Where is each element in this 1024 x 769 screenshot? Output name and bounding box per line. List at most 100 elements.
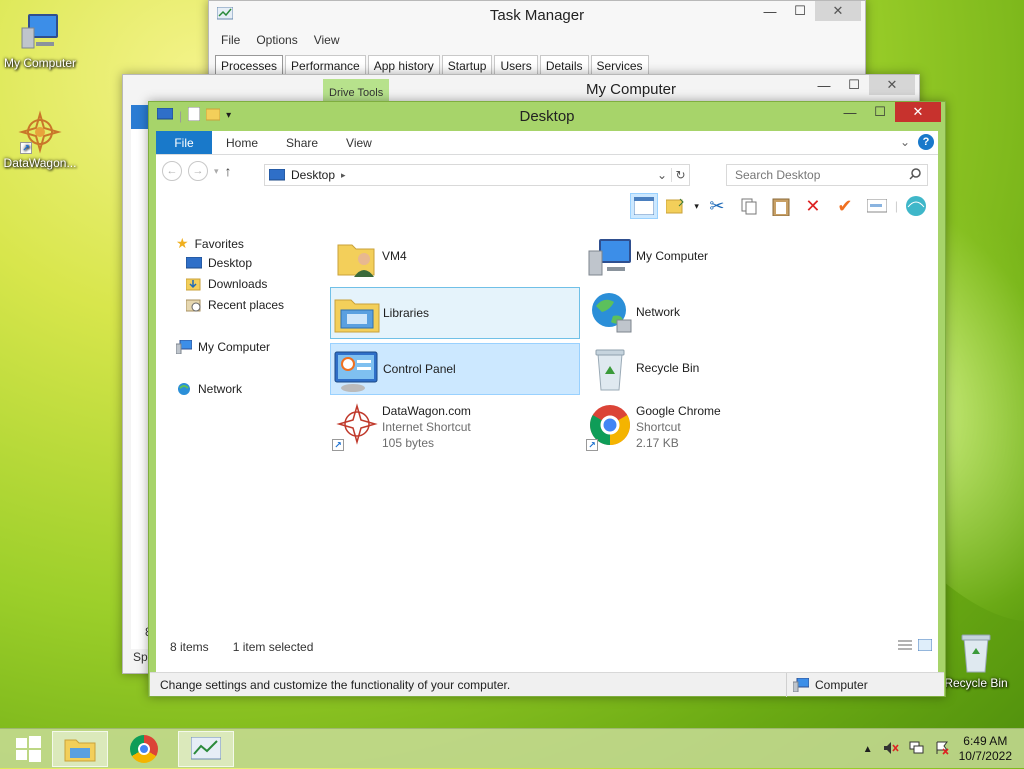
zone-label: Computer <box>815 678 868 692</box>
close-button[interactable]: ✕ <box>869 75 915 95</box>
tab-processes[interactable]: Processes <box>215 55 284 76</box>
address-location[interactable]: Desktop <box>291 168 335 182</box>
action-center-icon[interactable] <box>935 741 949 758</box>
zone-indicator: Computer <box>786 673 936 697</box>
file-explorer-icon <box>64 739 96 762</box>
close-button[interactable]: ✕ <box>815 1 861 21</box>
menu-file[interactable]: File <box>221 33 240 47</box>
clock[interactable]: 6:49 AM 10/7/2022 <box>959 734 1012 764</box>
rename-icon[interactable] <box>863 193 891 219</box>
chrome-icon: ↗ <box>584 399 636 451</box>
task-manager-tabs: Processes Performance App history Startu… <box>215 55 651 76</box>
desktop-icon-datawagon[interactable]: ↗ DataWagon... <box>0 110 80 170</box>
shortcut-arrow-icon: ↗ <box>586 439 598 451</box>
desktop-explorer-window[interactable]: | ▾ Desktop — ☐ ✕ File Home Share View ⌄… <box>148 101 946 697</box>
paste-icon[interactable] <box>767 193 795 219</box>
taskbar-file-explorer[interactable] <box>52 731 108 767</box>
system-tray: ▲ 6:49 AM 10/7/2022 <box>863 729 1012 769</box>
tab-home[interactable]: Home <box>212 131 272 154</box>
item-type: Internet Shortcut <box>382 420 471 434</box>
desktop-icon-recycle-bin[interactable]: Recycle Bin <box>936 630 1016 690</box>
nav-desktop[interactable]: Desktop <box>186 256 252 270</box>
cut-icon[interactable]: ✂ <box>703 193 731 219</box>
nav-my-computer[interactable]: My Computer <box>176 340 270 354</box>
item-google-chrome[interactable]: ↗ Google Chrome Shortcut 2.17 KB <box>584 399 834 451</box>
volume-muted-icon[interactable] <box>883 741 899 758</box>
globe-shell-icon[interactable] <box>902 193 930 219</box>
preview-pane-icon[interactable] <box>630 193 659 219</box>
expand-ribbon-icon[interactable]: ⌄ <box>900 135 910 149</box>
search-input[interactable]: Search Desktop <box>735 168 820 182</box>
tab-services[interactable]: Services <box>590 55 649 76</box>
maximize-button[interactable]: ☐ <box>785 1 815 21</box>
selection-count: 1 item selected <box>232 640 314 654</box>
network-status-icon[interactable] <box>909 741 925 758</box>
tab-file[interactable]: File <box>156 131 212 154</box>
task-manager-titlebar[interactable]: Task Manager — ☐ ✕ <box>209 1 865 29</box>
nav-network[interactable]: Network <box>176 382 242 396</box>
tab-view[interactable]: View <box>332 131 386 154</box>
checkmark-icon[interactable]: ✔ <box>831 193 859 219</box>
explorer-titlebar[interactable]: | ▾ Desktop — ☐ ✕ <box>149 102 945 130</box>
menu-options[interactable]: Options <box>256 33 297 47</box>
minimize-button[interactable]: — <box>755 1 785 21</box>
ribbon-tabs: File Home Share View ⌄ ? <box>156 131 938 155</box>
item-network[interactable]: Network <box>584 287 834 339</box>
back-button[interactable]: ← <box>162 161 182 181</box>
item-control-panel[interactable]: Control Panel <box>330 343 580 395</box>
breadcrumb-chevron-icon[interactable]: ▸ <box>341 170 346 181</box>
up-button[interactable]: ↑ <box>225 163 232 179</box>
desktop-icon-label: DataWagon... <box>3 156 77 170</box>
refresh-icon[interactable]: ↻ <box>671 168 689 182</box>
downloads-folder-icon <box>186 278 201 291</box>
details-view-icon[interactable] <box>898 639 912 654</box>
delete-icon[interactable]: ✕ <box>799 193 827 219</box>
desktop-icon-my-computer[interactable]: My Computer <box>0 10 80 70</box>
taskbar-task-manager[interactable] <box>178 731 234 767</box>
search-box[interactable]: Search Desktop <box>726 164 928 186</box>
recent-locations-icon[interactable]: ▾ <box>214 166 219 177</box>
tab-app-history[interactable]: App history <box>367 55 440 76</box>
item-datawagon[interactable]: ↗ DataWagon.com Internet Shortcut 105 by… <box>330 399 580 451</box>
desktop-icon-label: Recycle Bin <box>944 676 1008 690</box>
nav-label: Network <box>198 382 243 396</box>
search-icon[interactable] <box>909 168 921 183</box>
tab-startup[interactable]: Startup <box>441 55 493 76</box>
large-icons-view-icon[interactable] <box>917 638 933 654</box>
minimize-button[interactable]: — <box>835 102 865 122</box>
recent-places-icon <box>186 299 201 312</box>
item-name: Google Chrome <box>636 404 721 418</box>
folder-options-icon[interactable] <box>662 193 690 219</box>
item-recycle-bin[interactable]: Recycle Bin <box>584 343 834 395</box>
my-computer-titlebar[interactable]: Drive Tools My Computer — ☐ ✕ <box>123 75 919 103</box>
start-button[interactable] <box>0 731 56 767</box>
maximize-button[interactable]: ☐ <box>865 102 895 122</box>
control-panel-icon <box>331 344 383 396</box>
tab-users[interactable]: Users <box>494 55 538 76</box>
tab-share[interactable]: Share <box>272 131 332 154</box>
tab-performance[interactable]: Performance <box>285 55 366 76</box>
address-bar[interactable]: Desktop ▸ ⌄ ↻ <box>264 164 690 186</box>
show-hidden-icons-icon[interactable]: ▲ <box>863 744 873 755</box>
taskbar-chrome[interactable] <box>116 731 172 767</box>
tab-details[interactable]: Details <box>539 55 589 76</box>
close-button[interactable]: ✕ <box>895 102 941 122</box>
forward-button[interactable]: → <box>188 161 208 181</box>
copy-icon[interactable] <box>735 193 763 219</box>
info-description: Change settings and customize the functi… <box>160 677 511 692</box>
folder-options-dropdown-icon[interactable]: ▾ <box>694 201 699 212</box>
item-vm4[interactable]: VM4 <box>330 231 580 283</box>
item-libraries[interactable]: Libraries <box>330 287 580 339</box>
task-manager-menu: File Options View <box>221 33 340 47</box>
help-icon[interactable]: ? <box>918 134 934 150</box>
maximize-button[interactable]: ☐ <box>839 75 869 95</box>
menu-view[interactable]: View <box>314 33 340 47</box>
nav-recent-places[interactable]: Recent places <box>186 298 284 312</box>
nav-downloads[interactable]: Downloads <box>186 277 267 291</box>
minimize-button[interactable]: — <box>809 75 839 95</box>
nav-favorites[interactable]: ★ Favorites <box>176 235 244 252</box>
address-dropdown-icon[interactable]: ⌄ <box>653 168 671 182</box>
item-my-computer[interactable]: My Computer <box>584 231 834 283</box>
item-name: My Computer <box>636 249 709 263</box>
shortcut-arrow-icon: ↗ <box>332 439 344 451</box>
